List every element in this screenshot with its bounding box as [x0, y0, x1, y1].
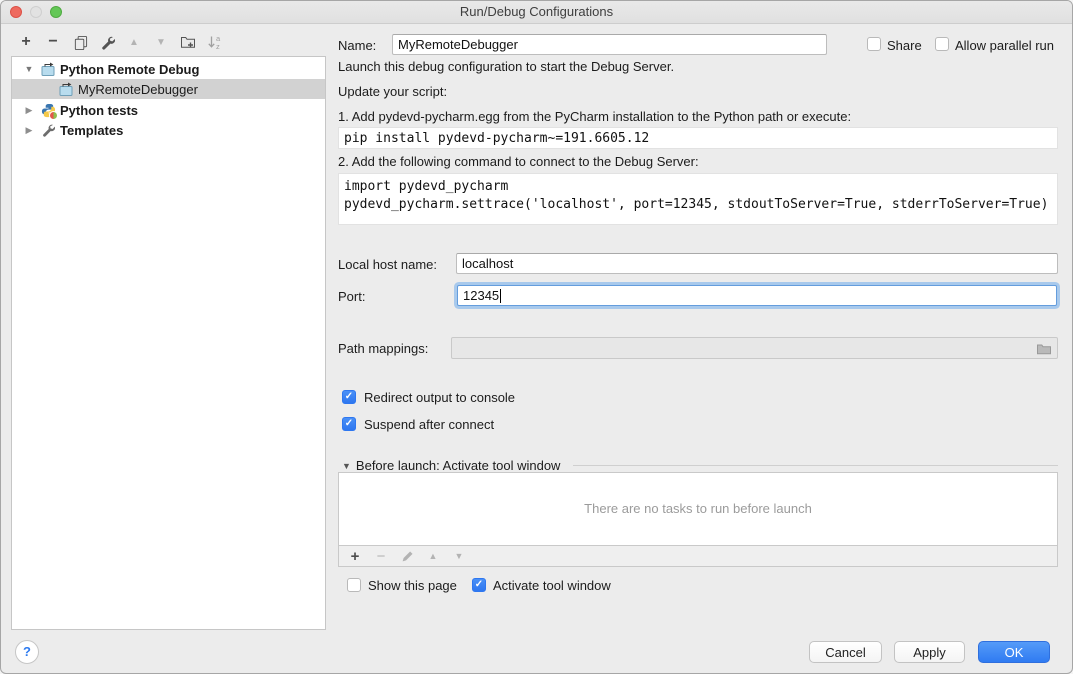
code-line-2: pydevd_pycharm.settrace('localhost', por…	[344, 197, 1048, 212]
sort-alphabetically-button[interactable]: a z	[206, 33, 224, 51]
text-caret	[500, 289, 501, 303]
before-launch-task-list: There are no tasks to run before launch	[338, 472, 1058, 546]
tree-item-label: Templates	[60, 123, 123, 138]
check-icon: ✓	[345, 390, 353, 404]
empty-tasks-text: There are no tasks to run before launch	[339, 501, 1057, 516]
redirect-output-label[interactable]: Redirect output to console	[364, 390, 515, 405]
templates-wrench-icon	[41, 123, 56, 138]
copy-icon	[73, 35, 88, 50]
settrace-code-block[interactable]: import pydevd_pycharm pydevd_pycharm.set…	[338, 173, 1058, 225]
remove-configuration-button[interactable]: −	[44, 33, 62, 51]
edit-templates-button[interactable]	[98, 33, 116, 51]
before-launch-title: Before launch: Activate tool window	[356, 458, 561, 473]
path-mappings-input[interactable]	[451, 337, 1058, 359]
local-host-name-input[interactable]: localhost	[456, 253, 1058, 274]
code-line-1: import pydevd_pycharm	[344, 179, 508, 194]
move-task-down-button: ▼	[452, 549, 466, 563]
tree-item-templates[interactable]: ▶ Templates	[12, 120, 325, 140]
check-icon: ✓	[345, 417, 353, 431]
step2-text: 2. Add the following command to connect …	[338, 154, 699, 169]
chevron-right-icon[interactable]: ▶	[23, 125, 35, 136]
task-list-toolbar: + − ▲ ▼	[338, 546, 1058, 567]
section-divider	[573, 465, 1058, 466]
update-script-text: Update your script:	[338, 84, 447, 99]
pip-command-field[interactable]: pip install pydevd-pycharm~=191.6605.12	[338, 127, 1058, 149]
step1-text: 1. Add pydevd-pycharm.egg from the PyCha…	[338, 109, 851, 124]
copy-configuration-button[interactable]	[71, 33, 89, 51]
port-input[interactable]: 12345	[457, 285, 1057, 306]
suspend-after-connect-label[interactable]: Suspend after connect	[364, 417, 494, 432]
test-marker-icon	[49, 111, 58, 120]
new-folder-icon	[180, 34, 196, 50]
show-this-page-checkbox[interactable]	[347, 578, 361, 592]
move-down-button: ▼	[152, 33, 170, 51]
remote-debug-config-icon	[41, 62, 56, 77]
tree-item-label: Python tests	[60, 103, 138, 118]
share-label[interactable]: Share	[887, 38, 922, 53]
allow-parallel-run-label[interactable]: Allow parallel run	[955, 38, 1054, 53]
move-task-up-button: ▲	[426, 549, 440, 563]
chevron-down-icon[interactable]: ▼	[23, 64, 35, 74]
tree-item-label: Python Remote Debug	[60, 62, 199, 77]
configurations-tree: ▼ Python Remote Debug MyRemoteDebugger	[11, 56, 326, 630]
move-up-button: ▲	[125, 33, 143, 51]
edit-task-button	[400, 549, 414, 563]
tree-item-python-tests[interactable]: ▶ Python tests	[12, 100, 325, 120]
name-label: Name:	[338, 38, 376, 53]
share-checkbox[interactable]	[867, 37, 881, 51]
browse-folder-icon[interactable]	[1036, 341, 1052, 357]
help-button[interactable]: ?	[15, 640, 39, 664]
local-host-name-value: localhost	[462, 256, 513, 271]
activate-tool-window-checkbox[interactable]: ✓	[472, 578, 486, 592]
new-folder-button[interactable]	[179, 33, 197, 51]
apply-button[interactable]: Apply	[894, 641, 965, 663]
ok-button[interactable]: OK	[978, 641, 1050, 663]
tree-item-my-remote-debugger[interactable]: MyRemoteDebugger	[12, 79, 325, 99]
add-configuration-button[interactable]: +	[17, 33, 35, 51]
python-tests-icon	[41, 103, 56, 118]
name-value: MyRemoteDebugger	[398, 37, 518, 52]
chevron-right-icon[interactable]: ▶	[23, 105, 35, 116]
before-launch-header[interactable]: ▼ Before launch: Activate tool window	[342, 458, 560, 473]
add-task-button[interactable]: +	[348, 549, 362, 563]
title-bar: Run/Debug Configurations	[1, 1, 1072, 24]
sort-az-icon: a z	[207, 34, 223, 50]
pip-command: pip install pydevd-pycharm~=191.6605.12	[344, 131, 649, 146]
tree-item-label: MyRemoteDebugger	[78, 82, 198, 97]
local-host-name-label: Local host name:	[338, 257, 437, 272]
tree-item-python-remote-debug[interactable]: ▼ Python Remote Debug	[12, 59, 325, 79]
activate-tool-window-label[interactable]: Activate tool window	[493, 578, 611, 593]
check-icon: ✓	[475, 578, 483, 592]
port-label: Port:	[338, 289, 365, 304]
pencil-icon	[401, 550, 414, 563]
remote-debug-config-icon	[59, 82, 74, 97]
redirect-output-checkbox[interactable]: ✓	[342, 390, 356, 404]
allow-parallel-run-checkbox[interactable]	[935, 37, 949, 51]
port-value: 12345	[463, 288, 499, 303]
suspend-after-connect-checkbox[interactable]: ✓	[342, 417, 356, 431]
name-input[interactable]: MyRemoteDebugger	[392, 34, 827, 55]
run-debug-configurations-dialog: Run/Debug Configurations + − ▲ ▼	[0, 0, 1073, 674]
path-mappings-label: Path mappings:	[338, 341, 428, 356]
window-title: Run/Debug Configurations	[1, 1, 1072, 23]
configurations-toolbar: + − ▲ ▼ a z	[17, 31, 224, 53]
intro-text: Launch this debug configuration to start…	[338, 59, 674, 74]
chevron-down-icon[interactable]: ▼	[342, 461, 351, 471]
show-this-page-label[interactable]: Show this page	[368, 578, 457, 593]
remove-task-button: −	[374, 549, 388, 563]
cancel-button[interactable]: Cancel	[809, 641, 882, 663]
svg-text:z: z	[216, 42, 220, 50]
wrench-icon	[100, 35, 115, 50]
